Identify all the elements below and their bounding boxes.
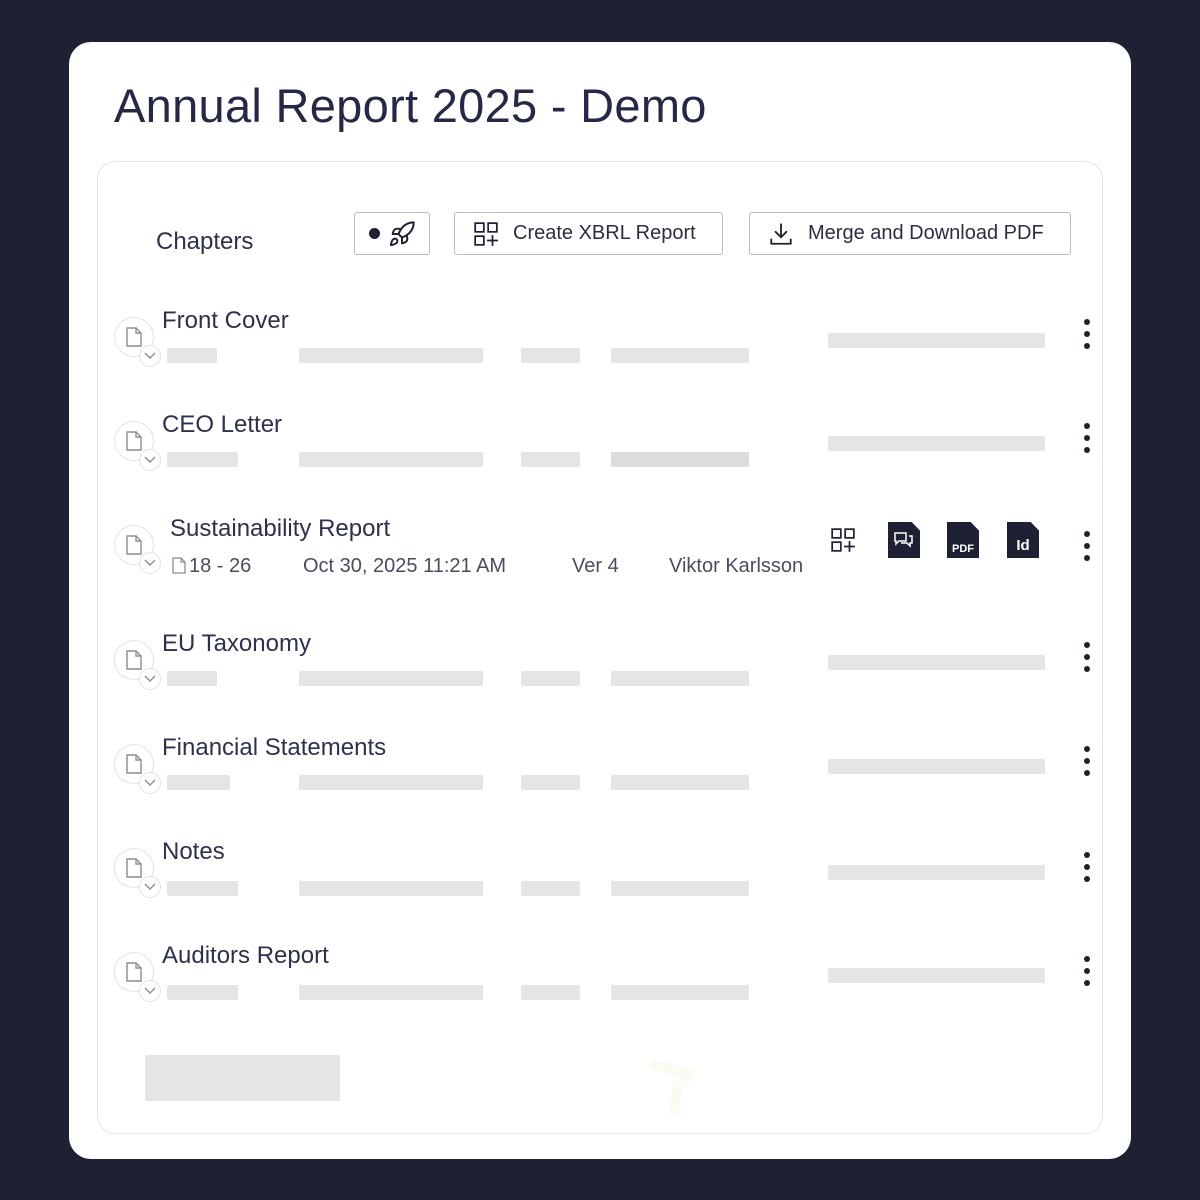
page-icon (172, 557, 186, 574)
last-modified-date: Oct 30, 2025 11:21 AM (303, 555, 507, 577)
chapter-row-financial-statements[interactable]: Financial Statements (112, 714, 1092, 804)
more-options-icon[interactable] (1080, 319, 1094, 349)
chapter-title: Sustainability Report (170, 515, 391, 542)
grid-plus-icon (474, 221, 498, 246)
skeleton-placeholder (167, 881, 238, 896)
create-xbrl-report-button[interactable]: Create XBRL Report (454, 212, 723, 255)
expand-chevron-icon[interactable] (139, 980, 161, 1002)
chapter-title: CEO Letter (162, 411, 283, 438)
grid-plus-icon[interactable] (830, 527, 856, 553)
create-xbrl-report-label: Create XBRL Report (513, 222, 696, 244)
more-options-icon[interactable] (1080, 956, 1094, 986)
comments-file-icon[interactable] (888, 522, 920, 558)
chapters-label: Chapters (156, 228, 254, 255)
merge-download-pdf-button[interactable]: Merge and Download PDF (749, 212, 1071, 255)
indesign-file-icon[interactable]: Id (1007, 522, 1039, 558)
skeleton-placeholder (828, 655, 1045, 670)
skeleton-placeholder (299, 775, 483, 790)
expand-chevron-icon[interactable] (139, 772, 161, 794)
skeleton-placeholder (828, 968, 1045, 983)
version-label: Ver 4 (572, 555, 619, 577)
author-name: Viktor Karlsson (669, 555, 804, 577)
chapters-panel: Chapters Create XBRL Report Merge and Do… (97, 161, 1103, 1134)
download-icon (770, 222, 792, 245)
skeleton-placeholder (611, 985, 749, 1000)
expand-chevron-icon[interactable] (139, 876, 161, 898)
skeleton-placeholder (167, 985, 238, 1000)
faded-logo-icon (650, 1060, 695, 1115)
merge-download-pdf-label: Merge and Download PDF (808, 222, 1044, 244)
skeleton-placeholder (299, 348, 483, 363)
skeleton-placeholder (299, 671, 483, 686)
status-dot (368, 228, 380, 239)
chapter-row-front-cover[interactable]: Front Cover (112, 287, 1092, 377)
chapter-title: Front Cover (162, 307, 289, 334)
skeleton-placeholder (521, 671, 580, 686)
pdf-file-label: PDF (952, 543, 974, 555)
skeleton-placeholder (521, 452, 580, 467)
skeleton-placeholder (521, 775, 580, 790)
skeleton-placeholder (299, 881, 483, 896)
skeleton-placeholder (828, 333, 1045, 348)
skeleton-placeholder (611, 452, 749, 467)
skeleton-placeholder (521, 881, 580, 896)
chapter-title: Financial Statements (162, 734, 387, 761)
skeleton-placeholder (167, 348, 217, 363)
skeleton-placeholder (521, 985, 580, 1000)
skeleton-placeholder (611, 775, 749, 790)
chapter-row-ceo-letter[interactable]: CEO Letter (112, 391, 1092, 481)
rocket-icon (389, 220, 415, 246)
expand-chevron-icon[interactable] (139, 668, 161, 690)
skeleton-placeholder (611, 348, 749, 363)
skeleton-placeholder (299, 985, 483, 1000)
skeleton-placeholder (167, 775, 230, 790)
expand-chevron-icon[interactable] (139, 449, 161, 471)
pdf-file-icon[interactable]: PDF (947, 522, 979, 558)
chapter-row-auditors-report[interactable]: Auditors Report (112, 922, 1092, 1012)
skeleton-placeholder (828, 436, 1045, 451)
chapter-row-notes[interactable]: Notes (112, 818, 1092, 908)
chapter-row-sustainability-report[interactable]: Sustainability Report 18 - 26 Oct 30, 20… (112, 495, 1092, 585)
more-options-icon[interactable] (1080, 746, 1094, 776)
footer-skeleton-placeholder (145, 1055, 340, 1101)
indesign-file-label: Id (1016, 537, 1030, 554)
page-range: 18 - 26 (189, 555, 252, 577)
chapter-row-eu-taxonomy[interactable]: EU Taxonomy (112, 610, 1092, 700)
expand-chevron-icon[interactable] (139, 552, 161, 574)
chapter-title: EU Taxonomy (162, 630, 311, 657)
skeleton-placeholder (167, 452, 238, 467)
launch-button[interactable] (354, 212, 430, 255)
page-title: Annual Report 2025 - Demo (114, 79, 707, 132)
skeleton-placeholder (828, 865, 1045, 880)
chapter-title: Auditors Report (162, 942, 329, 969)
chapter-title: Notes (162, 838, 225, 865)
more-options-icon[interactable] (1080, 642, 1094, 672)
skeleton-placeholder (611, 671, 749, 686)
skeleton-placeholder (167, 671, 217, 686)
skeleton-placeholder (299, 452, 483, 467)
more-options-icon[interactable] (1080, 852, 1094, 882)
skeleton-placeholder (521, 348, 580, 363)
more-options-icon[interactable] (1080, 423, 1094, 453)
skeleton-placeholder (611, 881, 749, 896)
expand-chevron-icon[interactable] (139, 345, 161, 367)
skeleton-placeholder (828, 759, 1045, 774)
report-card: Annual Report 2025 - Demo Chapters Creat… (69, 42, 1131, 1159)
more-options-icon[interactable] (1080, 531, 1094, 561)
